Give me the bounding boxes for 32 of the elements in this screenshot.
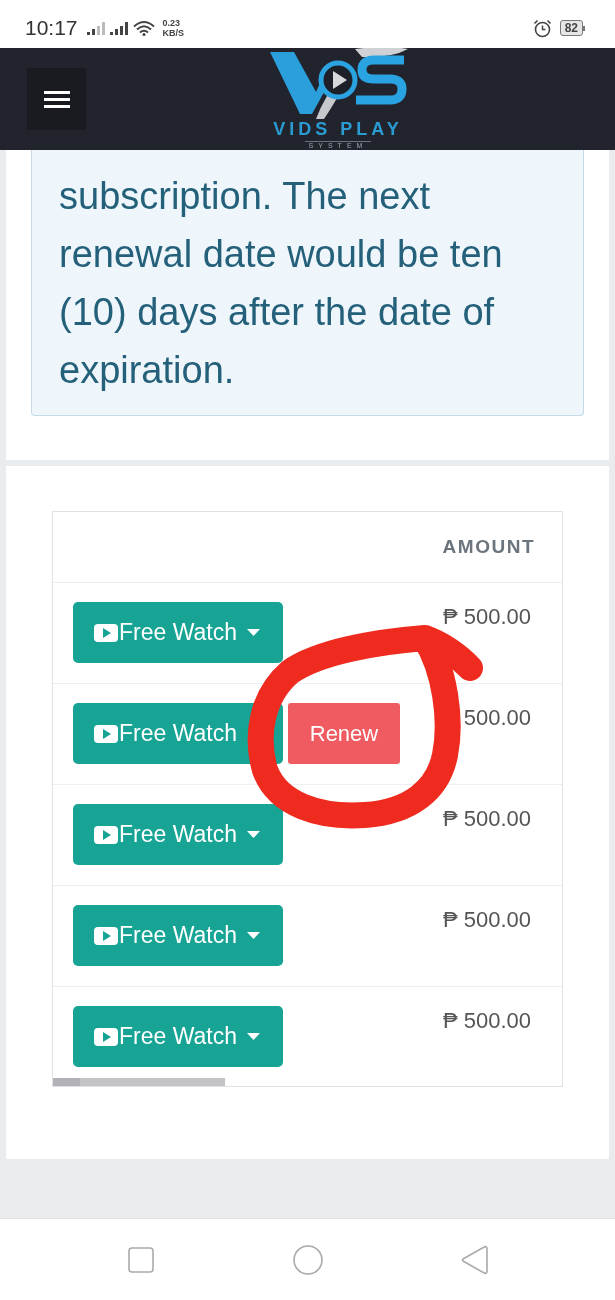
table-cell: ₱ 500.00 [442, 1008, 531, 1034]
column-header: AMOUNT [442, 536, 535, 558]
notice-text: subscription. The next renewal date would be ten (10) days after the date of expiration. [59, 174, 504, 393]
menu-button[interactable] [27, 68, 86, 130]
network-speed-value: 0.23 [162, 18, 182, 28]
free-watch-button[interactable]: Free Watch [73, 905, 283, 966]
battery-indicator: 82 [559, 20, 585, 36]
free-watch-button[interactable]: Free Watch [73, 804, 283, 865]
recent-apps-icon[interactable] [128, 1246, 154, 1273]
alarm-clock-icon [532, 18, 552, 38]
table-cell: ₱ 500.00 [442, 907, 531, 933]
free-watch-button[interactable]: Free Watch [73, 1006, 283, 1067]
play-icon [94, 623, 118, 642]
menu-icon [43, 90, 70, 108]
clock-time: 10:17 [25, 16, 78, 40]
renew-button[interactable]: Renew [288, 703, 400, 764]
wifi-icon [132, 20, 155, 36]
signal-icon [86, 21, 105, 35]
play-icon [94, 724, 118, 743]
logo-title: VIDS PLAY [273, 120, 403, 139]
table-cell: ₱ 500.00 [442, 806, 531, 832]
scrollbar-thumb[interactable] [53, 1078, 225, 1086]
play-icon [94, 926, 118, 945]
home-icon[interactable] [292, 1244, 323, 1275]
play-icon [94, 1027, 118, 1046]
table-cell: ₱ 500.00 [442, 604, 531, 630]
play-icon [94, 825, 118, 844]
free-watch-button[interactable]: Free Watch [73, 602, 283, 663]
back-icon[interactable] [461, 1244, 488, 1275]
signal-icon [109, 21, 128, 35]
network-speed-unit: KB/S [162, 28, 185, 38]
table-cell: 500.00 [463, 705, 531, 731]
